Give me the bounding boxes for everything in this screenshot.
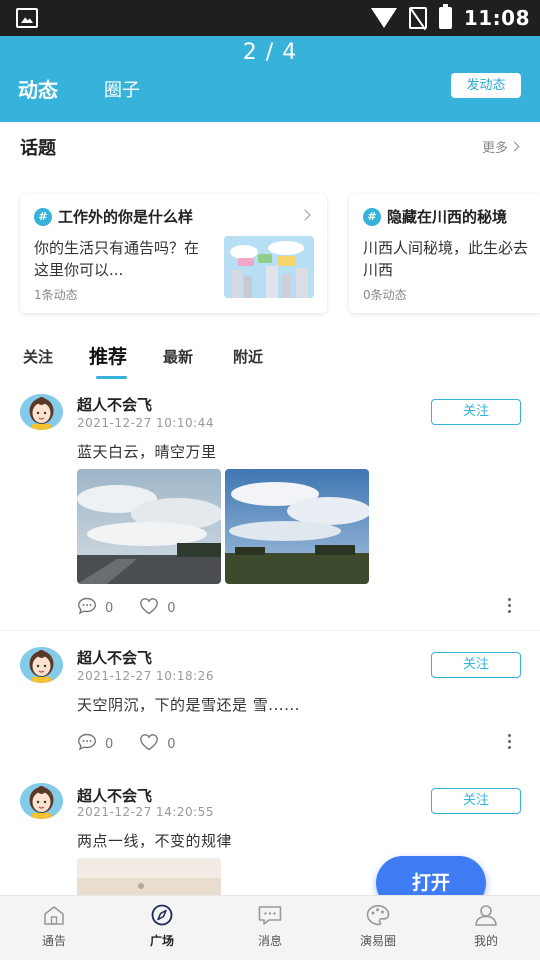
bottom-nav: 通告 广场 消息 演易圈 我的 bbox=[0, 895, 540, 960]
status-bar: 11:08 bbox=[0, 0, 540, 36]
hashtag-icon: # bbox=[34, 207, 52, 226]
comment-icon[interactable] bbox=[77, 597, 97, 619]
post-text: 天空阴沉，下的是雪还是 雪...... bbox=[77, 696, 300, 714]
app-header: 2 / 4 动态 圈子 发动态 bbox=[0, 36, 540, 122]
tab-latest[interactable]: 最新 bbox=[163, 346, 193, 367]
active-tab-indicator bbox=[96, 376, 127, 379]
nav-item-messages[interactable]: 消息 bbox=[235, 904, 305, 949]
post-image[interactable] bbox=[77, 858, 221, 895]
nav-item-circle[interactable]: 演易圈 bbox=[343, 904, 413, 949]
system-icons: 11:08 bbox=[370, 0, 530, 36]
topic-card-count: 1条动态 bbox=[34, 288, 78, 302]
nav-item-notices[interactable]: 通告 bbox=[19, 904, 89, 949]
user-icon bbox=[473, 904, 499, 926]
status-time: 11:08 bbox=[463, 6, 530, 30]
home-icon bbox=[41, 904, 67, 926]
post-item[interactable]: 超人不会飞 2021-12-27 10:18:26 关注 天空阴沉，下的是雪还是… bbox=[0, 645, 540, 765]
heart-icon[interactable] bbox=[139, 733, 159, 755]
message-icon bbox=[257, 904, 283, 926]
topic-card-desc: 川西人间秘境，此生必去川西 bbox=[363, 239, 529, 279]
avatar[interactable] bbox=[20, 647, 63, 683]
follow-button[interactable]: 关注 bbox=[431, 788, 521, 814]
topic-card[interactable]: # 工作外的你是什么样 你的生活只有通告吗？在这里你可以... 1条动态 bbox=[20, 194, 327, 313]
comment-count: 0 bbox=[105, 736, 114, 752]
no-sim-icon bbox=[408, 7, 427, 29]
post-timestamp: 2021-12-27 10:18:26 bbox=[77, 669, 214, 683]
chevron-right-icon bbox=[299, 209, 311, 221]
battery-charging-icon bbox=[438, 4, 452, 29]
topic-card-desc: 你的生活只有通告吗？在这里你可以... bbox=[34, 239, 200, 279]
like-count: 0 bbox=[167, 736, 176, 752]
tab-nearby[interactable]: 附近 bbox=[233, 346, 263, 367]
post-text: 蓝天白云，晴空万里 bbox=[77, 443, 217, 461]
post-image[interactable] bbox=[77, 469, 221, 584]
post-stats: 0 0 bbox=[77, 597, 202, 619]
feed-tabs: 关注 推荐 最新 附近 bbox=[0, 344, 540, 380]
image-pager-indicator: 2 / 4 bbox=[242, 40, 298, 65]
topics-title: 话题 bbox=[20, 138, 56, 159]
tab-follow[interactable]: 关注 bbox=[23, 346, 53, 367]
post-timestamp: 2021-12-27 14:20:55 bbox=[77, 805, 214, 819]
more-options-icon[interactable] bbox=[508, 734, 512, 752]
nav-label: 消息 bbox=[257, 934, 282, 948]
post-username[interactable]: 超人不会飞 bbox=[77, 785, 152, 806]
post-item[interactable]: 超人不会飞 2021-12-27 10:10:44 关注 蓝天白云，晴空万里 0… bbox=[0, 392, 540, 630]
post-stats: 0 0 bbox=[77, 733, 202, 755]
post-text: 两点一线，不变的规律 bbox=[77, 832, 233, 850]
post-timestamp: 2021-12-27 10:10:44 bbox=[77, 416, 214, 430]
topic-card-image bbox=[224, 236, 314, 298]
comment-icon[interactable] bbox=[77, 733, 97, 755]
topic-card-title-row: # 工作外的你是什么样 bbox=[34, 206, 193, 227]
wifi-icon bbox=[370, 8, 397, 28]
post-username[interactable]: 超人不会飞 bbox=[77, 394, 152, 415]
nav-item-mine[interactable]: 我的 bbox=[451, 904, 521, 949]
more-options-icon[interactable] bbox=[508, 598, 512, 616]
follow-button[interactable]: 关注 bbox=[431, 652, 521, 678]
tab-dynamics[interactable]: 动态 bbox=[18, 74, 58, 103]
nav-item-square[interactable]: 广场 bbox=[127, 904, 197, 949]
nav-label: 通告 bbox=[41, 934, 66, 948]
more-label: 更多 bbox=[481, 141, 508, 156]
post-image[interactable] bbox=[225, 469, 369, 584]
post-images bbox=[0, 469, 540, 584]
nav-label: 我的 bbox=[473, 934, 498, 948]
topics-more-link[interactable]: 更多 bbox=[481, 137, 520, 156]
topic-card-title: 工作外的你是什么样 bbox=[58, 208, 194, 226]
avatar[interactable] bbox=[20, 394, 63, 430]
gallery-icon bbox=[16, 8, 38, 28]
nav-label: 广场 bbox=[149, 934, 174, 948]
comment-count: 0 bbox=[105, 600, 114, 616]
topic-card[interactable]: # 隐藏在川西的秘境 川西人间秘境，此生必去川西 0条动态 bbox=[349, 194, 540, 313]
follow-button[interactable]: 关注 bbox=[431, 399, 521, 425]
topic-card-title: 隐藏在川西的秘境 bbox=[387, 208, 508, 226]
nav-label: 演易圈 bbox=[359, 934, 396, 948]
compass-icon bbox=[149, 904, 175, 926]
divider bbox=[0, 630, 540, 631]
chevron-right-icon bbox=[509, 141, 520, 152]
hashtag-icon: # bbox=[363, 207, 381, 226]
heart-icon[interactable] bbox=[139, 597, 159, 619]
avatar[interactable] bbox=[20, 783, 63, 819]
post-username[interactable]: 超人不会飞 bbox=[77, 647, 152, 668]
like-count: 0 bbox=[167, 600, 176, 616]
tab-recommend[interactable]: 推荐 bbox=[89, 342, 127, 369]
tab-circles[interactable]: 圈子 bbox=[104, 76, 140, 102]
topic-card-title-row: # 隐藏在川西的秘境 bbox=[363, 206, 507, 227]
post-dynamic-button[interactable]: 发动态 bbox=[451, 73, 521, 98]
palette-icon bbox=[365, 904, 391, 926]
topic-card-count: 0条动态 bbox=[363, 288, 407, 302]
